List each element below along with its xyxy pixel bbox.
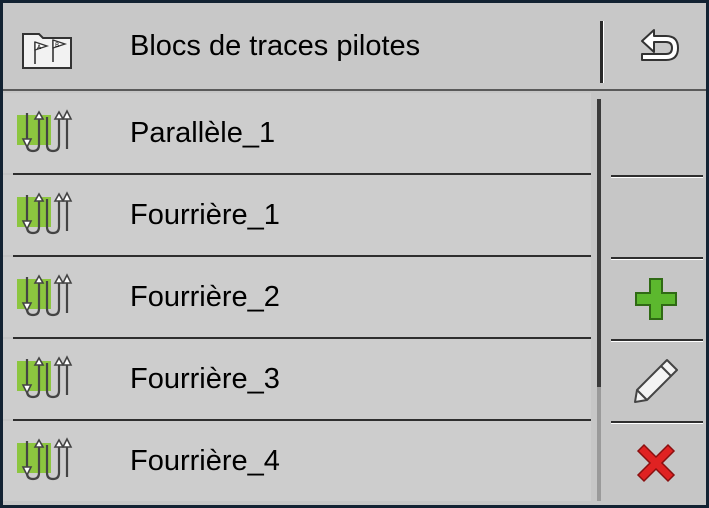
back-arrow-icon — [641, 29, 679, 61]
edit-button[interactable] — [605, 341, 706, 421]
guidance-tracks-icon — [17, 355, 73, 399]
list-item[interactable]: Parallèle_1 — [3, 93, 591, 173]
device-frame: A B Blocs de traces pilotes Parallèle_1 … — [0, 0, 709, 508]
guidance-tracks-icon — [17, 273, 73, 317]
page-title: Blocs de traces pilotes — [130, 30, 421, 62]
side-button-empty-1 — [605, 93, 706, 173]
side-button-column — [605, 93, 706, 505]
list-item-label: Fourrière_2 — [130, 281, 280, 313]
pencil-icon — [633, 359, 678, 403]
list-item-label: Fourrière_3 — [130, 363, 280, 395]
list-item[interactable]: Fourrière_1 — [3, 175, 591, 255]
scrollbar-thumb[interactable] — [597, 99, 601, 387]
screen: A B Blocs de traces pilotes Parallèle_1 … — [3, 3, 706, 505]
header-bar: A B Blocs de traces pilotes — [3, 3, 706, 91]
delete-button[interactable] — [605, 423, 706, 503]
guidance-tracks-icon — [17, 109, 73, 153]
list-item[interactable]: Fourrière_4 — [3, 421, 591, 501]
list-item-label: Parallèle_1 — [130, 117, 276, 149]
list-item[interactable]: Fourrière_2 — [3, 257, 591, 337]
back-button[interactable] — [610, 3, 706, 91]
guidance-tracks-icon — [17, 437, 73, 481]
list-item-label: Fourrière_4 — [130, 445, 280, 477]
scrollbar-track[interactable] — [597, 99, 601, 501]
svg-text:B: B — [55, 42, 59, 49]
guidance-tracks-icon — [17, 191, 73, 235]
track-block-list: Parallèle_1 Fourrière_1 Fourrière_2 Four… — [3, 93, 591, 505]
header-divider — [600, 21, 603, 83]
add-button[interactable] — [605, 259, 706, 339]
plus-icon — [634, 278, 677, 320]
list-item-label: Fourrière_1 — [130, 199, 280, 231]
list-item[interactable]: Fourrière_3 — [3, 339, 591, 419]
ab-flags-folder-icon: A B — [22, 33, 72, 69]
side-button-empty-2 — [605, 177, 706, 257]
delete-x-icon — [636, 443, 675, 483]
